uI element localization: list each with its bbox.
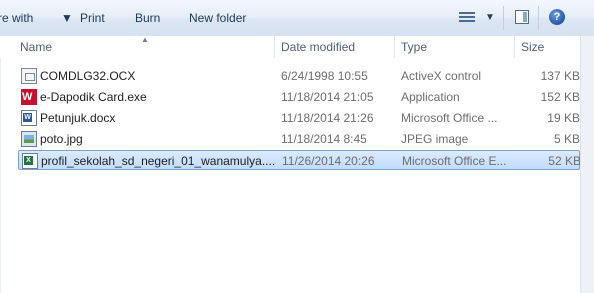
toolbar-divider [538, 6, 539, 30]
column-header-row: ▲ Name Date modified Type Size [0, 36, 580, 58]
file-date-modified: 6/24/1998 10:55 [281, 69, 368, 83]
file-name: poto.jpg [40, 132, 83, 146]
vertical-scrollbar[interactable] [580, 36, 594, 293]
file-size: 152 KB [540, 90, 580, 104]
column-header-date-modified[interactable]: Date modified [281, 36, 355, 58]
file-size: 137 KB [540, 69, 580, 83]
file-type: Microsoft Office ... [401, 111, 498, 125]
file-type: Application [401, 90, 460, 104]
file-type: Microsoft Office E... [402, 154, 507, 168]
help-icon[interactable]: ? [549, 9, 565, 25]
view-options-chevron-icon[interactable]: ▼ [485, 8, 495, 28]
file-row-profil-sekolah[interactable]: profil_sekolah_sd_negeri_01_wanamulya...… [18, 150, 581, 170]
explorer-window: re with ▼ Print Burn New folder ▼ ? ▲ Na… [0, 0, 594, 293]
file-row-e-dapodik-card[interactable]: e-Dapodik Card.exe 11/18/2014 21:05 Appl… [18, 87, 580, 107]
share-with-button[interactable]: re with [0, 9, 33, 27]
excel-file-icon [22, 153, 38, 169]
column-divider[interactable] [514, 36, 515, 58]
column-header-name[interactable]: Name [20, 36, 52, 58]
file-name: profil_sekolah_sd_negeri_01_wanamulya...… [41, 154, 276, 168]
file-name: COMDLG32.OCX [40, 69, 136, 83]
exe-file-icon [21, 89, 37, 105]
file-name: Petunjuk.docx [40, 111, 116, 125]
file-date-modified: 11/18/2014 21:05 [281, 90, 374, 104]
toolbar-divider [503, 6, 504, 30]
column-header-size[interactable]: Size [521, 36, 544, 58]
file-row-comdlg32[interactable]: COMDLG32.OCX 6/24/1998 10:55 ActiveX con… [18, 66, 580, 86]
sort-ascending-icon: ▲ [141, 35, 149, 44]
jpeg-file-icon [21, 131, 37, 147]
file-row-petunjuk[interactable]: Petunjuk.docx 11/18/2014 21:26 Microsoft… [18, 108, 580, 128]
file-size: 19 KB [547, 111, 580, 125]
file-date-modified: 11/26/2014 20:26 [282, 154, 375, 168]
print-button[interactable]: Print [80, 9, 105, 27]
column-divider[interactable] [274, 36, 275, 58]
preview-pane-icon[interactable] [515, 10, 529, 24]
pane-edge [0, 36, 1, 293]
command-bar: re with ▼ Print Burn New folder ▼ ? [0, 0, 594, 37]
file-type: JPEG image [401, 132, 469, 146]
word-file-icon [21, 110, 37, 126]
column-divider[interactable] [394, 36, 395, 58]
file-row-poto[interactable]: poto.jpg 11/18/2014 8:45 JPEG image 5 KB [18, 129, 580, 149]
new-folder-button[interactable]: New folder [189, 9, 246, 27]
chevron-down-icon[interactable]: ▼ [61, 9, 73, 27]
file-name: e-Dapodik Card.exe [40, 90, 147, 104]
file-date-modified: 11/18/2014 8:45 [281, 132, 367, 146]
ocx-file-icon [21, 68, 37, 84]
file-size: 52 KB [548, 154, 581, 168]
file-date-modified: 11/18/2014 21:26 [281, 111, 374, 125]
file-size: 5 KB [553, 132, 580, 146]
burn-button[interactable]: Burn [135, 9, 160, 27]
change-view-icon[interactable] [459, 8, 475, 28]
file-type: ActiveX control [401, 69, 482, 83]
column-header-type[interactable]: Type [401, 36, 427, 58]
